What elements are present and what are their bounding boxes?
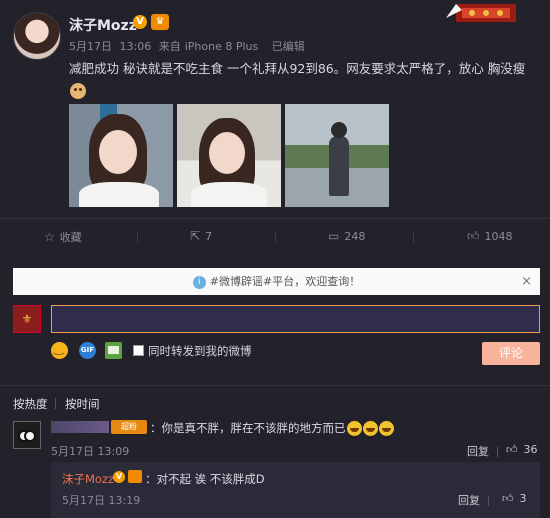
favorite-label: 收藏	[59, 231, 82, 244]
laugh-emoji-icon	[362, 421, 378, 436]
comment-like-button[interactable]: 👍︎ 36	[506, 443, 538, 456]
comment-button[interactable]: ▭ 248	[328, 229, 365, 243]
comment-body: ：你是真不胖，胖在不该胖的地方而已	[150, 421, 346, 435]
like-count: 1048	[484, 230, 513, 243]
repost-count: 7	[205, 230, 213, 243]
post-text: 减肥成功 秘诀就是不吃主食 一个礼拜从92到86。网友要求太严格了，放心 胸没瘦	[69, 58, 529, 100]
commenter-avatar[interactable]	[13, 421, 41, 449]
comment-reply-button[interactable]: 回复	[467, 443, 506, 459]
post-photo-1[interactable]	[69, 104, 173, 207]
super-fan-badge: 超粉	[111, 420, 147, 434]
reply-time: 5月17日 13:19	[62, 494, 141, 507]
current-user-avatar[interactable]: ⚜	[13, 305, 41, 333]
reply-like-count: 3	[519, 492, 527, 505]
gif-icon[interactable]: GIF	[79, 342, 96, 359]
reply-reply-button[interactable]: 回复	[458, 492, 497, 508]
reply-text: ：对不起 诶 不该胖成D	[145, 472, 265, 486]
post-body: 减肥成功 秘诀就是不吃主食 一个礼拜从92到86。网友要求太严格了，放心 胸没瘦	[69, 61, 526, 76]
post-date[interactable]: 5月17日	[69, 40, 112, 53]
comment-count: 248	[344, 230, 366, 243]
post-source[interactable]: iPhone 8 Plus	[185, 40, 259, 53]
comment-like-count: 36	[523, 443, 538, 456]
thumbs-up-icon: 👍︎	[467, 229, 480, 243]
festival-banner-decoration	[446, 4, 516, 22]
reply-label: 回复	[467, 445, 489, 458]
star-icon: ☆	[44, 230, 55, 244]
reply-like-button[interactable]: 👍︎ 3	[502, 492, 527, 505]
edited-label: 已编辑	[271, 40, 305, 53]
divider	[0, 385, 550, 386]
tab-sort-by-hot[interactable]: 按热度	[13, 396, 48, 412]
rumor-notice-bar[interactable]: i #微博辟谣#平台，欢迎查询！ ×	[13, 268, 540, 295]
repost-checkbox[interactable]	[133, 345, 144, 356]
post-source-prefix: 来自	[158, 40, 181, 53]
post-photo-2[interactable]	[177, 104, 281, 207]
member-crown-icon: ♛	[151, 14, 169, 30]
submit-comment-button[interactable]: 评论	[482, 342, 540, 365]
member-crown-icon	[128, 470, 142, 483]
info-icon: i	[192, 275, 206, 289]
verified-badge-icon: V	[113, 471, 125, 483]
emoji-icon[interactable]	[51, 341, 68, 359]
post-time[interactable]: 13:06	[120, 40, 152, 53]
post-meta: 5月17日 13:06 来自 iPhone 8 Plus 已编辑	[69, 38, 309, 54]
tab-separator	[55, 398, 56, 409]
reply-label: 回复	[458, 494, 480, 507]
verified-badge-icon: V	[133, 15, 147, 29]
notice-text[interactable]: #微博辟谣#平台，欢迎查询！	[210, 275, 360, 288]
like-button[interactable]: 👍︎ 1048	[467, 229, 513, 244]
post-photo-3[interactable]	[285, 104, 389, 207]
repost-checkbox-label: 同时转发到我的微博	[148, 344, 252, 358]
comment-icon: ▭	[328, 229, 340, 243]
thumbs-up-icon: 👍︎	[502, 492, 514, 505]
favorite-button[interactable]: ☆ 收藏	[44, 229, 82, 245]
author-avatar[interactable]	[13, 12, 61, 60]
picture-icon[interactable]	[105, 342, 122, 359]
comment-input[interactable]	[51, 305, 540, 333]
reply-thread	[51, 462, 540, 518]
commenter-name-redacted[interactable]	[51, 421, 109, 433]
cat-emoji-icon	[70, 82, 86, 99]
reply-author-name[interactable]: 沫子Mozz	[62, 471, 114, 487]
comment-text: ：你是真不胖，胖在不该胖的地方而已	[150, 420, 394, 436]
repost-button[interactable]: ⇱ 7	[190, 229, 212, 243]
repost-icon: ⇱	[190, 229, 201, 243]
tab-sort-by-time[interactable]: 按时间	[65, 396, 100, 412]
laugh-emoji-icon	[346, 421, 362, 436]
author-name[interactable]: 沫子Mozz	[69, 15, 137, 35]
laugh-emoji-icon	[378, 421, 394, 436]
post-action-bar: ☆ 收藏 ⇱ 7 ▭ 248 👍︎ 1048	[0, 218, 550, 252]
thumbs-up-icon: 👍︎	[506, 443, 518, 456]
comment-time: 5月17日 13:09	[51, 445, 130, 458]
close-icon[interactable]: ×	[521, 268, 532, 295]
